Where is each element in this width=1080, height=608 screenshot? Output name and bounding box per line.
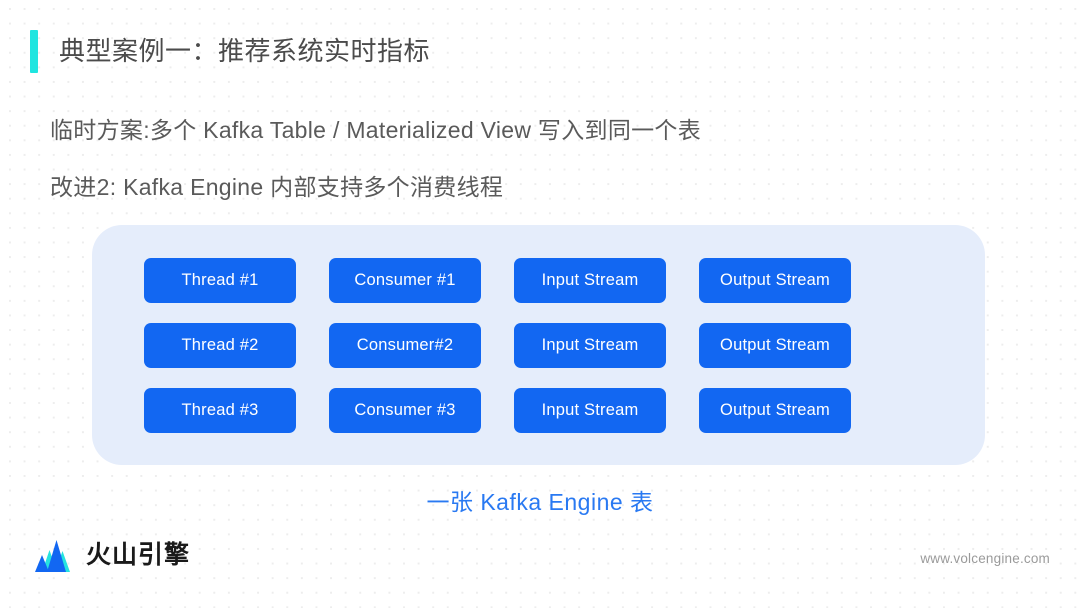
volcano-mountain-icon bbox=[35, 540, 70, 572]
node-row: Thread #2 Consumer#2 Input Stream Output… bbox=[144, 323, 934, 368]
node-input-stream-2[interactable]: Input Stream bbox=[514, 323, 666, 368]
node-output-stream-1[interactable]: Output Stream bbox=[699, 258, 851, 303]
node-consumer-1[interactable]: Consumer #1 bbox=[329, 258, 481, 303]
node-row: Thread #3 Consumer #3 Input Stream Outpu… bbox=[144, 388, 934, 433]
node-input-stream-1[interactable]: Input Stream bbox=[514, 258, 666, 303]
title-label: 典型案例一：推荐系统实时指标 bbox=[59, 36, 431, 66]
body-line-1: 临时方案:多个 Kafka Table / Materialized View … bbox=[50, 117, 702, 143]
node-output-stream-2[interactable]: Output Stream bbox=[699, 323, 851, 368]
diagram-caption: 一张 Kafka Engine 表 bbox=[426, 489, 654, 515]
footer-url: www.volcengine.com bbox=[920, 551, 1050, 566]
node-grid: Thread #1 Consumer #1 Input Stream Outpu… bbox=[144, 258, 934, 433]
page-title: 典型案例一：推荐系统实时指标 bbox=[30, 29, 430, 73]
node-thread-3[interactable]: Thread #3 bbox=[144, 388, 296, 433]
node-input-stream-3[interactable]: Input Stream bbox=[514, 388, 666, 433]
body-line-2: 改进2: Kafka Engine 内部支持多个消费线程 bbox=[50, 174, 504, 200]
brand-name: 火山引擎 bbox=[86, 540, 191, 569]
title-accent-bar bbox=[30, 29, 38, 73]
slide-canvas: 典型案例一：推荐系统实时指标 临时方案:多个 Kafka Table / Mat… bbox=[0, 0, 1080, 608]
diagram-panel: Thread #1 Consumer #1 Input Stream Outpu… bbox=[92, 225, 985, 465]
node-thread-1[interactable]: Thread #1 bbox=[144, 258, 296, 303]
node-thread-2[interactable]: Thread #2 bbox=[144, 323, 296, 368]
node-consumer-3[interactable]: Consumer #3 bbox=[329, 388, 481, 433]
node-row: Thread #1 Consumer #1 Input Stream Outpu… bbox=[144, 258, 934, 303]
node-output-stream-3[interactable]: Output Stream bbox=[699, 388, 851, 433]
node-consumer-2[interactable]: Consumer#2 bbox=[329, 323, 481, 368]
brand-logo: 火山引擎 bbox=[33, 538, 190, 572]
